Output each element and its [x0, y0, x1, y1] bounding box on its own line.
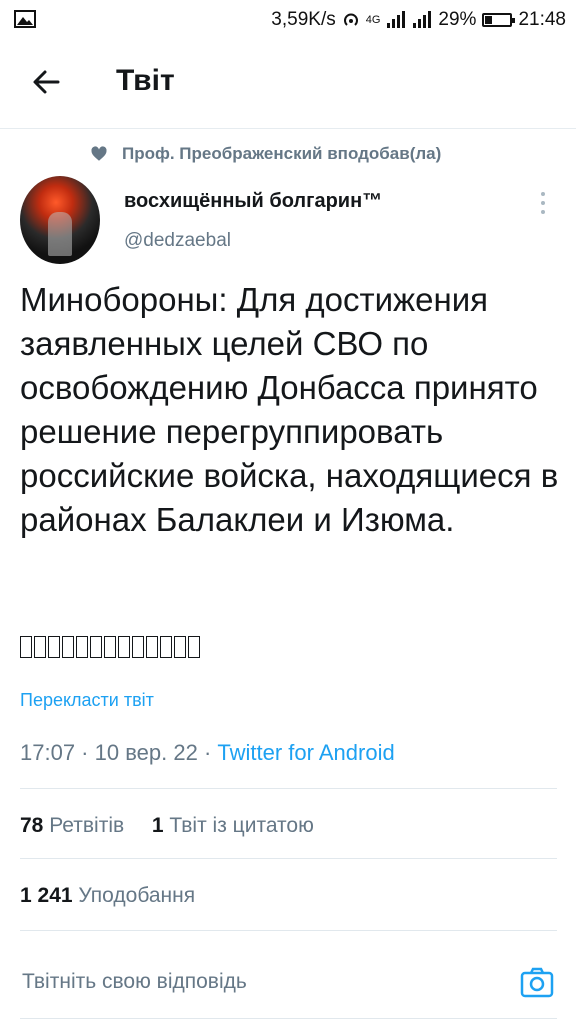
missing-glyph-box	[146, 636, 158, 658]
signal-icon	[387, 11, 406, 28]
missing-glyph-box	[160, 636, 172, 658]
network-speed: 3,59K/s	[271, 9, 336, 30]
author-name[interactable]: восхищённый болгарин™	[124, 190, 382, 213]
retweets-stat[interactable]: 78 Ретвітів	[20, 814, 124, 837]
missing-glyph-box	[62, 636, 74, 658]
app-header: Твіт	[0, 40, 576, 129]
clock: 21:48	[518, 9, 566, 30]
likes-stat[interactable]: 1 241 Уподобання	[20, 884, 195, 908]
retweet-stats: 78 Ретвітів 1 Твіт із цитатою	[20, 814, 314, 838]
tweet-date: 10 вер. 22	[94, 740, 198, 765]
missing-glyph-box	[104, 636, 116, 658]
reply-underline	[20, 1018, 557, 1019]
retweets-label: Ретвітів	[49, 814, 125, 837]
battery-icon	[482, 13, 516, 27]
missing-glyph-box	[174, 636, 186, 658]
network-type: 4G	[365, 14, 381, 26]
divider	[20, 930, 557, 931]
image-notification-icon	[14, 10, 36, 28]
quotes-label: Твіт із цитатою	[169, 814, 314, 837]
avatar[interactable]	[20, 176, 100, 264]
status-indicators: 3,59K/s 4G 29% 21:48	[271, 8, 566, 32]
missing-glyph-box	[20, 636, 32, 658]
more-options-icon[interactable]	[536, 190, 550, 216]
reply-input[interactable]: Твітніть свою відповідь	[22, 970, 247, 994]
liked-by-text: Проф. Преображенский вподобав(ла)	[122, 144, 442, 163]
missing-glyph-box	[76, 636, 88, 658]
reply-bar: Твітніть свою відповідь	[0, 944, 576, 1024]
battery-percent: 29%	[438, 9, 477, 30]
divider	[20, 858, 557, 859]
author-handle[interactable]: @dedzaebal	[124, 230, 231, 252]
camera-icon[interactable]	[520, 966, 554, 998]
hotspot-icon	[343, 13, 358, 26]
missing-glyph-box	[48, 636, 60, 658]
tweet-meta: 17:07 · 10 вер. 22 · Twitter for Android	[20, 740, 395, 765]
quotes-stat[interactable]: 1 Твіт із цитатою	[152, 814, 314, 837]
heart-icon	[91, 146, 107, 161]
missing-glyph-box	[188, 636, 200, 658]
tweet-time: 17:07	[20, 740, 76, 765]
missing-glyph-box	[34, 636, 46, 658]
status-bar: 3,59K/s 4G 29% 21:48	[0, 0, 576, 40]
missing-glyph-box	[90, 636, 102, 658]
signal-2-icon	[413, 11, 432, 28]
retweets-count: 78	[20, 814, 44, 837]
social-context[interactable]: Проф. Преображенский вподобав(ла)	[90, 144, 441, 164]
page-title: Твіт	[116, 64, 175, 97]
missing-glyph-box	[118, 636, 130, 658]
likes-count: 1 241	[20, 884, 73, 907]
unrendered-glyphs	[20, 636, 200, 658]
divider	[20, 788, 557, 789]
likes-label: Уподобання	[78, 884, 196, 907]
back-arrow-icon[interactable]	[28, 64, 64, 100]
missing-glyph-box	[132, 636, 144, 658]
tweet-source-link[interactable]: Twitter for Android	[217, 740, 394, 765]
translate-tweet-link[interactable]: Перекласти твіт	[20, 690, 154, 711]
quotes-count: 1	[151, 814, 164, 837]
tweet-text: Минобороны: Для достижения заявленных це…	[20, 281, 559, 538]
